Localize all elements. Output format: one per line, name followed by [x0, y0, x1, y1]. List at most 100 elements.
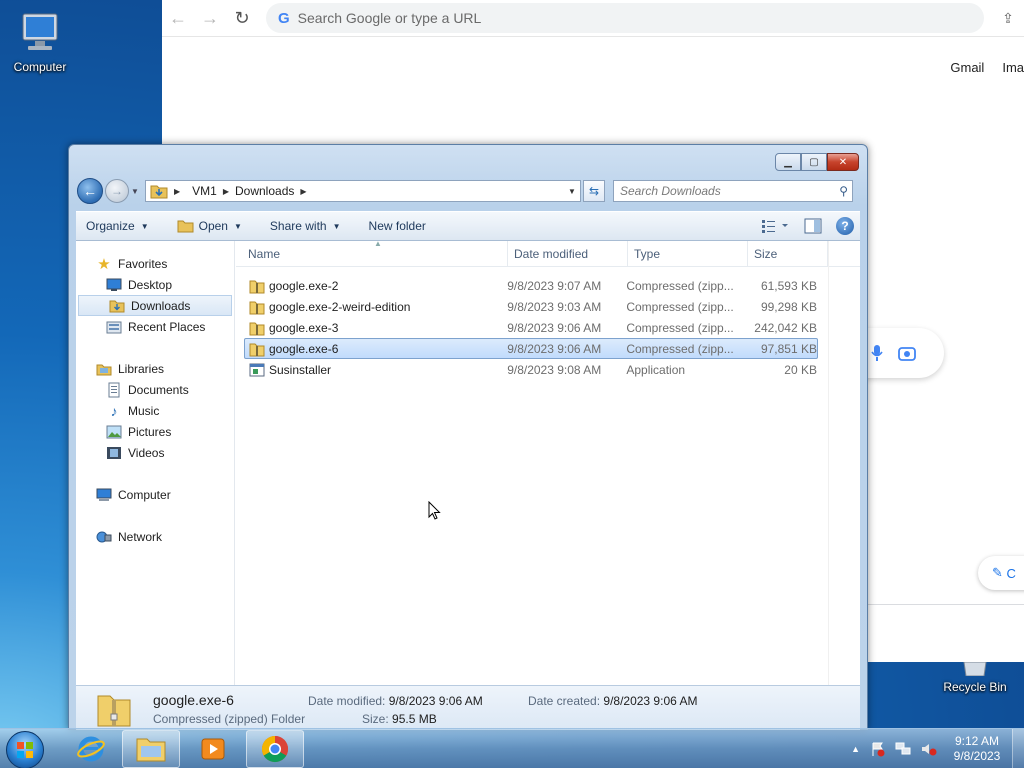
taskbar-chrome[interactable]: [246, 730, 304, 768]
windows-logo-icon: [17, 742, 33, 758]
videos-icon: [106, 445, 122, 461]
nav-network[interactable]: Network: [76, 526, 234, 547]
volume-muted-icon[interactable]: [920, 741, 938, 757]
address-row: ← → ▼ ▶ VM1 ▶ Downloads ▶ ▼ ⇆ Search Dow…: [77, 177, 859, 205]
share-icon[interactable]: ⇪: [992, 10, 1024, 27]
close-button[interactable]: ✕: [827, 153, 859, 171]
chrome-icon: [261, 735, 289, 763]
search-icon[interactable]: ⚲: [839, 184, 848, 198]
pictures-icon: [106, 424, 122, 440]
libraries-icon: [96, 361, 112, 377]
customize-chrome-button[interactable]: ✎ C: [978, 556, 1024, 590]
nav-favorites[interactable]: ★ Favorites: [76, 253, 234, 274]
file-row[interactable]: google.exe-2-weird-edition 9/8/2023 9:03…: [244, 296, 818, 317]
address-dropdown-icon[interactable]: ▼: [564, 187, 580, 196]
gmail-link[interactable]: Gmail: [950, 60, 984, 75]
share-with-button[interactable]: Share with ▼: [270, 219, 341, 233]
chrome-back-button[interactable]: ←: [162, 2, 194, 34]
zip-folder-icon: [249, 343, 265, 356]
zip-folder-icon: [249, 301, 265, 314]
action-center-flag-icon[interactable]: [870, 741, 886, 757]
chrome-forward-button[interactable]: →: [194, 2, 226, 34]
system-clock[interactable]: 9:12 AM 9/8/2023: [942, 734, 1012, 764]
file-row[interactable]: google.exe-2 9/8/2023 9:07 AM Compressed…: [244, 275, 818, 296]
column-size[interactable]: Size: [748, 240, 828, 267]
recent-pages-dropdown[interactable]: ▼: [131, 187, 141, 196]
column-date-modified[interactable]: Date modified: [508, 240, 628, 267]
star-icon: ★: [97, 255, 111, 273]
search-downloads-input[interactable]: Search Downloads ⚲: [613, 180, 853, 202]
breadcrumb-downloads[interactable]: Downloads: [235, 184, 294, 198]
forward-button[interactable]: →: [105, 179, 129, 203]
clock-date: 9/8/2023: [953, 749, 1001, 763]
music-icon: ♪: [110, 402, 118, 419]
details-date-created: Date created: 9/8/2023 9:06 AM: [528, 694, 698, 708]
breadcrumb-vm1[interactable]: VM1: [192, 184, 217, 198]
nav-downloads[interactable]: Downloads: [78, 295, 232, 316]
back-button[interactable]: ←: [77, 178, 103, 204]
taskbar-media-player[interactable]: [184, 730, 242, 768]
search-placeholder: Search Downloads: [620, 184, 721, 198]
network-status-icon[interactable]: [894, 741, 912, 757]
system-tray: ▲ 9:12 AM 9/8/2023: [851, 729, 1024, 768]
desktop-icon-recycle-bin[interactable]: Recycle Bin: [935, 662, 1015, 694]
preview-pane-icon[interactable]: [804, 218, 822, 234]
details-size: Size: 95.5 MB: [362, 712, 437, 726]
computer-icon: [96, 487, 112, 503]
new-folder-button[interactable]: New folder: [369, 219, 426, 233]
file-row[interactable]: google.exe-3 9/8/2023 9:06 AM Compressed…: [244, 317, 818, 338]
show-desktop-button[interactable]: [1012, 729, 1024, 768]
nav-desktop[interactable]: Desktop: [76, 274, 234, 295]
file-rows: google.exe-2 9/8/2023 9:07 AM Compressed…: [236, 267, 860, 380]
minimize-button[interactable]: ▁: [775, 153, 801, 171]
explorer-content: ★ Favorites Desktop Downloads Recent Pla…: [76, 239, 860, 685]
nav-music[interactable]: ♪ Music: [76, 400, 234, 421]
images-link[interactable]: Ima: [1002, 60, 1024, 75]
google-search-box[interactable]: [862, 328, 944, 378]
nav-computer[interactable]: Computer: [76, 484, 234, 505]
nav-recent-places[interactable]: Recent Places: [76, 316, 234, 337]
show-hidden-icons-icon[interactable]: ▲: [851, 744, 860, 754]
help-icon[interactable]: ?: [836, 217, 854, 235]
desktop-icon-label: Computer: [13, 60, 67, 74]
address-bar[interactable]: ▶ VM1 ▶ Downloads ▶ ▼: [145, 180, 581, 202]
refresh-button[interactable]: ⇆: [583, 180, 605, 202]
view-options-icon[interactable]: [762, 219, 790, 233]
nav-documents[interactable]: Documents: [76, 379, 234, 400]
clock-time: 9:12 AM: [954, 734, 1000, 748]
taskbar-windows-explorer[interactable]: [122, 730, 180, 768]
column-name[interactable]: Name: [236, 240, 508, 267]
open-button[interactable]: Open ▼: [177, 219, 242, 233]
folder-download-icon: [150, 185, 168, 199]
application-icon: [249, 363, 265, 376]
file-row-selected[interactable]: google.exe-6 9/8/2023 9:06 AM Compressed…: [244, 338, 818, 359]
desktop-icon-computer[interactable]: Computer: [0, 10, 80, 74]
mouse-cursor-icon: [428, 501, 441, 520]
breadcrumb-separator[interactable]: ▶: [174, 187, 180, 196]
maximize-button[interactable]: ▢: [801, 153, 827, 171]
chrome-omnibox[interactable]: G Search Google or type a URL: [266, 3, 984, 33]
sort-ascending-icon: ▲: [374, 239, 382, 248]
details-file-name: google.exe-6: [153, 692, 234, 708]
details-file-type: Compressed (zipped) Folder: [153, 712, 306, 726]
recent-places-icon: [106, 319, 122, 335]
column-type[interactable]: Type: [628, 240, 748, 267]
recycle-bin-icon: [963, 662, 987, 676]
nav-videos[interactable]: Videos: [76, 442, 234, 463]
nav-pictures[interactable]: Pictures: [76, 421, 234, 442]
chrome-reload-button[interactable]: ↻: [226, 2, 258, 34]
details-pane: google.exe-6 Compressed (zipped) Folder …: [76, 685, 860, 730]
column-headers: ▲ Name Date modified Type Size: [236, 239, 860, 267]
media-player-icon: [201, 738, 225, 760]
camera-search-icon[interactable]: [898, 345, 916, 361]
computer-icon: [22, 13, 58, 50]
file-row[interactable]: Susinstaller 9/8/2023 9:08 AM Applicatio…: [244, 359, 818, 380]
breadcrumb-separator[interactable]: ▶: [300, 187, 306, 196]
start-button[interactable]: [6, 731, 44, 768]
taskbar-internet-explorer[interactable]: [62, 730, 120, 768]
organize-button[interactable]: Organize ▼: [86, 219, 149, 233]
breadcrumb-separator[interactable]: ▶: [223, 187, 229, 196]
vertical-scrollbar[interactable]: [828, 241, 860, 685]
nav-libraries[interactable]: Libraries: [76, 358, 234, 379]
microphone-icon[interactable]: [870, 344, 884, 362]
